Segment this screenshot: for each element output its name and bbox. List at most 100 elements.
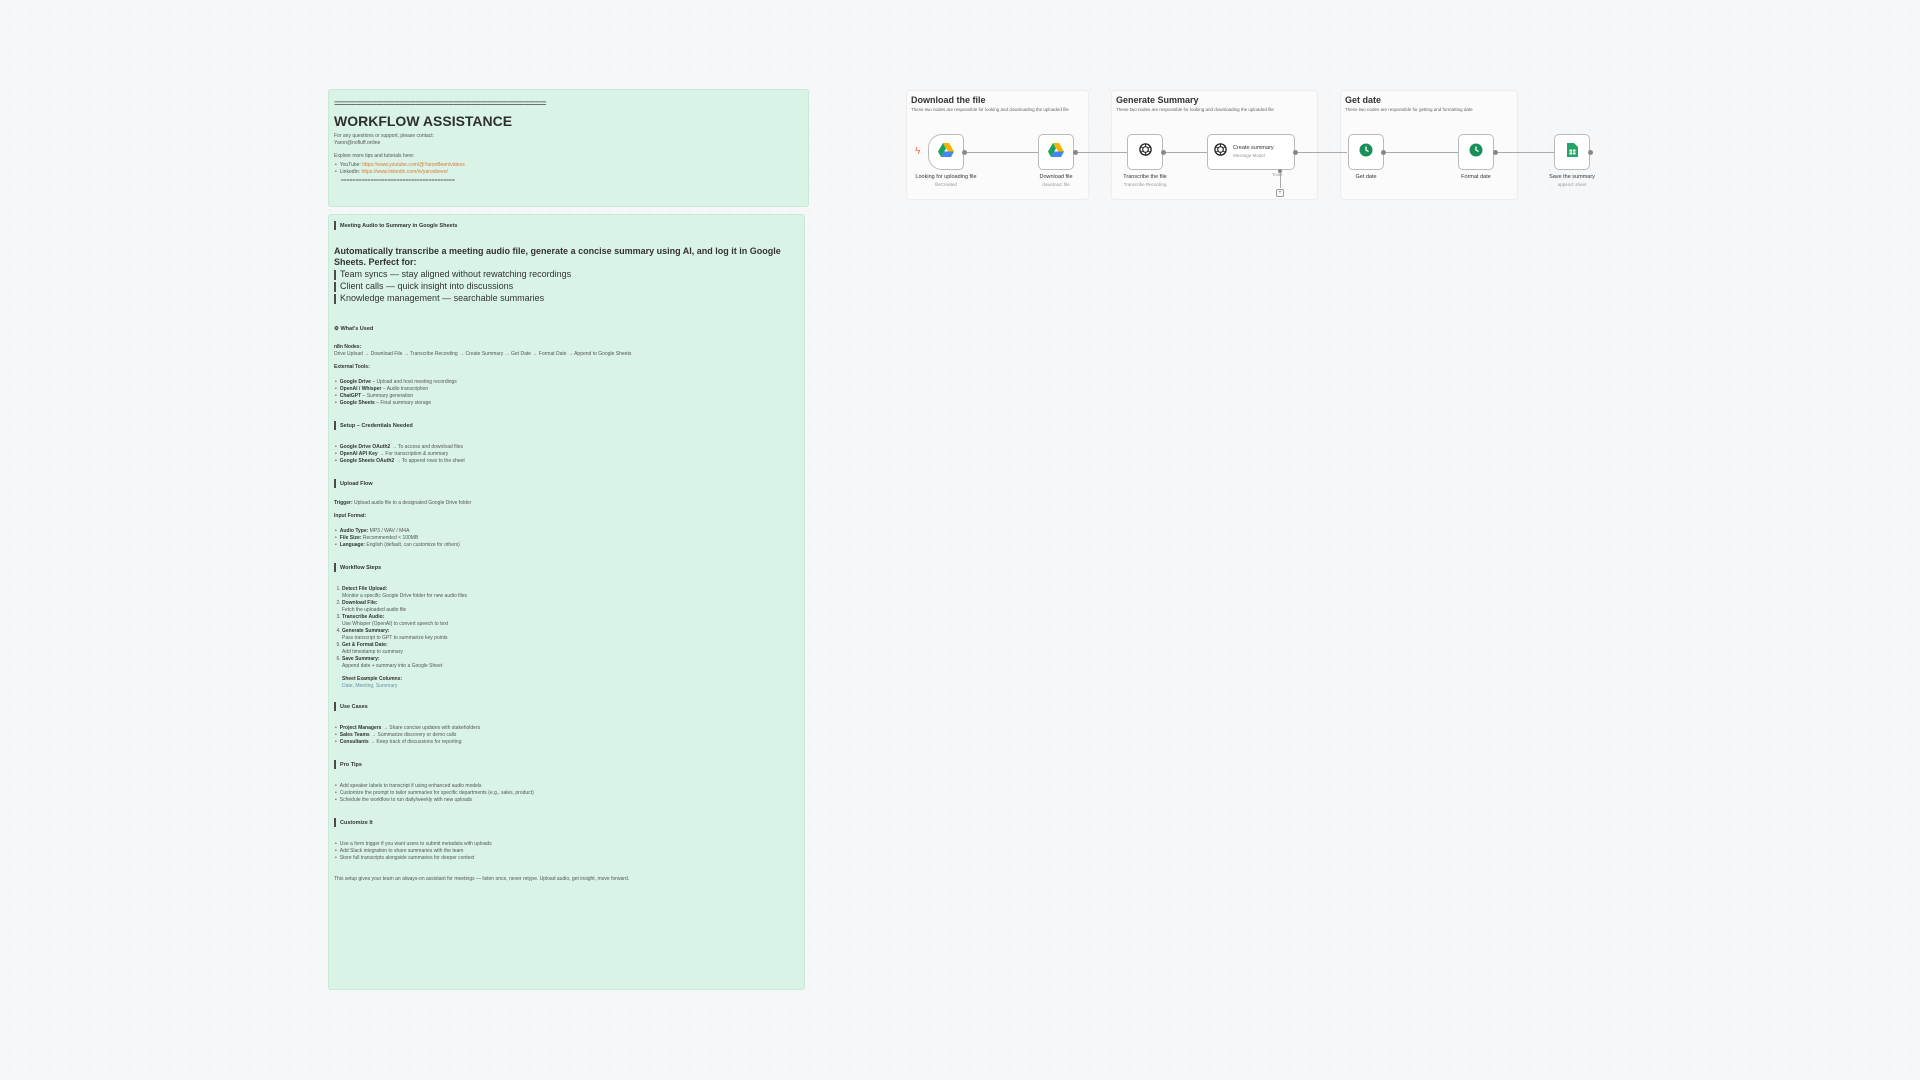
linkedin-link[interactable]: https://www.linkedin.com/in/yaronbeen/ (361, 169, 447, 175)
connection-line (966, 152, 1038, 153)
node-subtitle: fileCreated (935, 182, 957, 187)
node-format-date[interactable] (1458, 134, 1494, 170)
output-port[interactable] (1161, 150, 1166, 155)
tool-port[interactable] (1278, 169, 1282, 173)
node-subtitle: download: file (1042, 182, 1070, 187)
external-tools-label: External Tools: (334, 364, 370, 370)
connection-line (1296, 152, 1347, 153)
perfect-for-item: Team syncs — stay aligned without rewatc… (334, 268, 799, 280)
trigger-line: Trigger: Upload audio file to a designat… (334, 500, 472, 506)
list-item: Add Slack integration to share summaries… (340, 848, 799, 855)
openai-icon (1138, 142, 1153, 162)
list-item: Generate Summary:Pass transcript to GPT … (342, 628, 799, 642)
output-port[interactable] (1381, 150, 1386, 155)
list-item: ChatGPT – Summary generation (340, 393, 799, 400)
output-port[interactable] (1588, 150, 1593, 155)
node-label: Download file (1039, 174, 1073, 180)
google-drive-icon (938, 142, 954, 162)
n8n-nodes-label: n8n Nodes: (334, 344, 362, 350)
support-email: Yaron@nofluff.online (334, 140, 381, 146)
intro-text: Automatically transcribe a meeting audio… (334, 246, 781, 267)
closing-text: This setup gives your team an always-on … (334, 876, 630, 882)
list-item: Schedule the workflow to run daily/weekl… (340, 797, 799, 804)
node-label: Create summary (1233, 145, 1274, 151)
list-item: Audio Type: MP3 / WAV / M4A (340, 528, 799, 535)
connection-line (1164, 152, 1207, 153)
group-description: These two nodes are responsible for look… (1116, 107, 1274, 112)
node-label: Get date (1355, 174, 1377, 180)
list-item: Language: English (default, can customiz… (340, 542, 799, 549)
note-title: WORKFLOW ASSISTANCE (334, 113, 513, 129)
list-item: Save Summary:Append date + summary into … (342, 656, 799, 670)
output-port[interactable] (1493, 150, 1498, 155)
node-subtitle: Message Model (1233, 153, 1265, 158)
output-port[interactable] (1293, 150, 1298, 155)
linkedin-label: LinkedIn: (339, 169, 361, 175)
add-tool-plus-icon[interactable]: + (1276, 189, 1284, 197)
pro-tips-heading: Pro Tips (334, 760, 799, 769)
connection-line (1496, 152, 1554, 153)
list-item: Google Drive – Upload and host meeting r… (340, 379, 799, 386)
google-sheets-icon (1566, 142, 1578, 162)
use-cases-list: Project Managers → Share concise updates… (334, 725, 799, 746)
list-item: Add speaker labels to transcript if usin… (340, 783, 799, 790)
header-sticky-note[interactable]: ======================================= … (328, 89, 809, 207)
main-sticky-note[interactable]: Meeting Audio to Summary in Google Sheet… (328, 214, 805, 990)
node-transcribe-file[interactable] (1127, 134, 1163, 170)
explore-line: Explore more tips and tutorials here: (334, 153, 415, 159)
list-item: Google Sheets OAuth2 → To append rows to… (340, 458, 799, 465)
output-port[interactable] (1073, 150, 1078, 155)
sheet-columns-label: Sheet Example Columns: (342, 676, 403, 682)
connection-line (1384, 152, 1458, 153)
group-title: Get date (1345, 95, 1382, 105)
use-cases-heading: Use Cases (334, 702, 799, 711)
list-item: Google Sheets – Final summary storage (340, 400, 799, 407)
trigger-bolt-icon: ϟ (915, 146, 921, 157)
sheet-columns: Date, Meeting, Summary (342, 683, 398, 689)
pro-tips-list: Add speaker labels to transcript if usin… (334, 783, 799, 804)
youtube-item: YouTube: https://www.youtube.com/@YaronB… (339, 162, 803, 169)
group-description: These two nodes are responsible for look… (911, 107, 1069, 112)
list-item: Google Drive OAuth2 → To access and down… (340, 444, 799, 451)
node-save-summary[interactable] (1554, 134, 1590, 170)
list-item: Consultants → Keep track of discussions … (340, 739, 799, 746)
node-download-file[interactable] (1038, 134, 1074, 170)
clock-icon (1469, 143, 1483, 162)
steps-heading: Workflow Steps (334, 563, 799, 572)
customize-heading: Customize It (334, 818, 799, 827)
list-item: Use a form trigger if you want users to … (340, 841, 799, 848)
youtube-link[interactable]: https://www.youtube.com/@YaronBeen/video… (362, 162, 465, 168)
node-subtitle: append: sheet (1557, 182, 1587, 187)
youtube-label: YouTube: (339, 162, 361, 168)
upload-heading: Upload Flow (334, 479, 799, 488)
n8n-nodes-flow: Drive Upload → Download File → Transcrib… (334, 351, 632, 357)
connection-line (1076, 152, 1128, 153)
list-item: Customize the prompt to tailor summaries… (340, 790, 799, 797)
customize-list: Use a form trigger if you want users to … (334, 841, 799, 862)
linkedin-item: LinkedIn: https://www.linkedin.com/in/ya… (339, 169, 803, 176)
node-label: Format date (1461, 174, 1491, 180)
setup-heading: Setup – Credentials Needed (334, 421, 799, 430)
group-description: These two nodes are responsible for gett… (1345, 107, 1473, 112)
list-item: Transcribe Audio:Use Whisper (OpenAI) to… (342, 614, 799, 628)
list-item: Project Managers → Share concise updates… (340, 725, 799, 732)
list-item: OpenAI / Whisper – Audio transcription (340, 386, 799, 393)
main-heading: Meeting Audio to Summary in Google Sheet… (334, 221, 799, 230)
node-get-date[interactable] (1348, 134, 1384, 170)
input-format-label: Input Format: (334, 513, 367, 519)
list-item: OpenAI API Key → For transcription & sum… (340, 451, 799, 458)
node-label: Transcribe the file (1123, 174, 1167, 180)
list-item: Download File:Fetch the uploaded audio f… (342, 600, 799, 614)
steps-list: Detect File Upload:Monitor a specific Go… (334, 586, 799, 670)
clock-icon (1359, 143, 1373, 162)
list-item: Detect File Upload:Monitor a specific Go… (342, 586, 799, 600)
support-line: For any questions or support, please con… (334, 133, 435, 139)
node-label: Save the summary (1549, 174, 1595, 180)
node-subtitle: Transcribe Recording (1123, 182, 1167, 187)
credentials-list: Google Drive OAuth2 → To access and down… (334, 444, 799, 465)
list-item: File Size: Recommended < 100MB (340, 535, 799, 542)
output-port[interactable] (962, 150, 967, 155)
node-create-summary[interactable]: Create summary Message Model (1207, 134, 1295, 170)
list-item: Sales Teams → Summarize discovery or dem… (340, 732, 799, 739)
node-looking-for-file[interactable] (928, 134, 964, 170)
